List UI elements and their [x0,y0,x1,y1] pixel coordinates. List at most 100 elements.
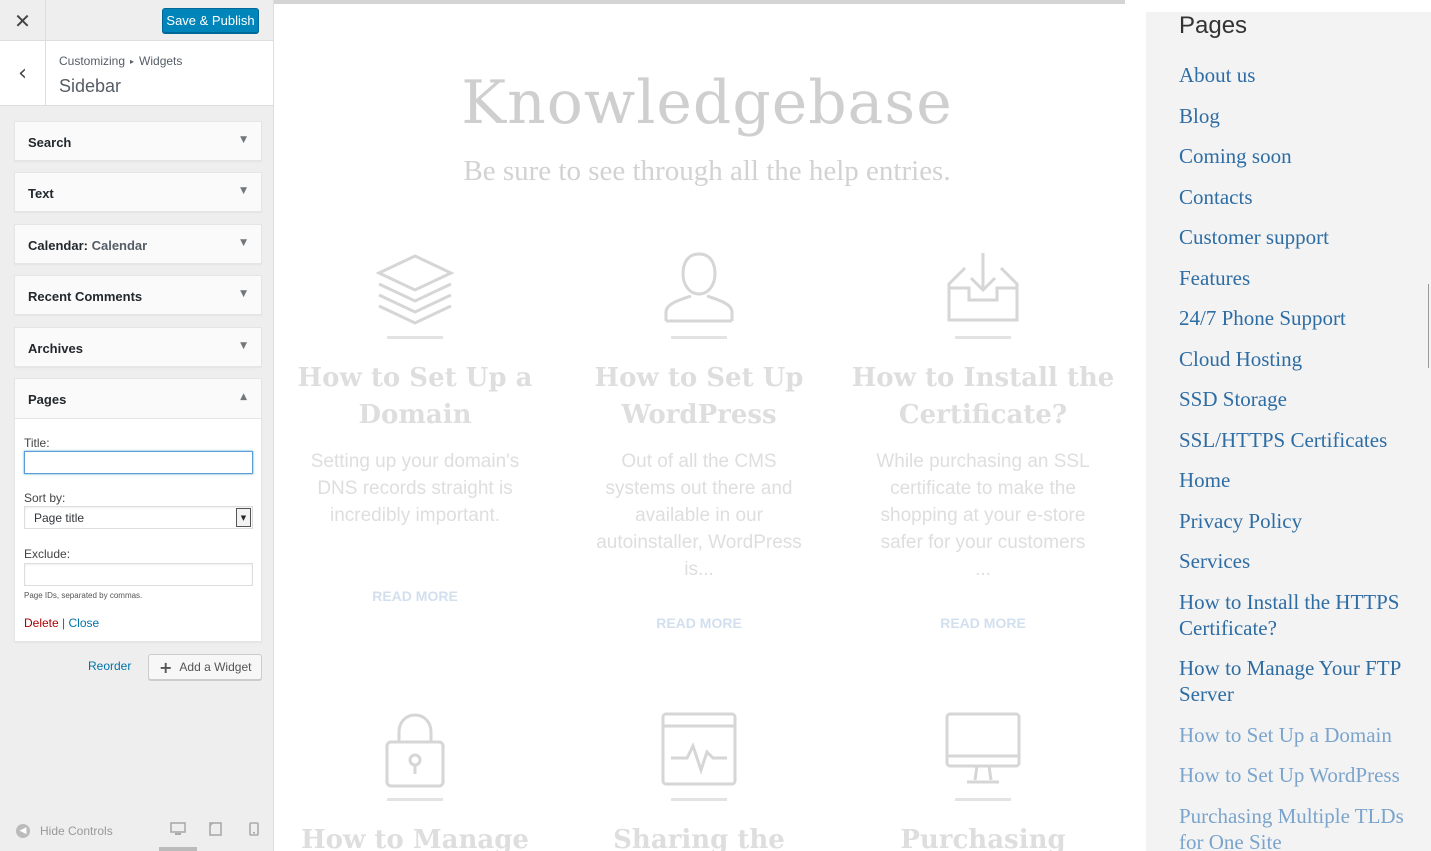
page-link[interactable]: SSD Storage [1179,386,1424,412]
breadcrumb: Customizing ▸ Widgets [59,54,182,68]
plus-icon: + [159,657,173,677]
widget-pages-header[interactable]: Pages ▲ [15,379,261,419]
sort-label: Sort by: [24,491,66,505]
panel-title: Sidebar [59,76,122,96]
sort-select[interactable]: Page title ▼ [24,506,253,529]
widget-calendar[interactable]: Calendar: Calendar ▼ [14,224,262,264]
widget-title: Search [28,135,72,150]
widget-title: Archives [28,341,83,356]
page-link[interactable]: How to Set Up a Domain [1179,722,1424,748]
page-link[interactable]: Features [1179,265,1424,291]
card-divider [671,798,727,801]
page-link[interactable]: About us [1179,62,1424,88]
page-link[interactable]: How to Manage Your FTP Server [1179,655,1424,707]
page-link[interactable]: How to Install the HTTPS Certificate? [1179,589,1424,641]
widget-text[interactable]: Text ▼ [14,172,262,212]
expand-arrow-icon[interactable]: ▼ [240,341,247,351]
hide-controls-button[interactable]: ◀ Hide Controls [16,824,113,838]
monitor-icon [945,712,1021,784]
widget-recent-comments[interactable]: Recent Comments ▼ [14,275,262,315]
exclude-input[interactable] [24,563,253,586]
site-preview: Knowledgebase Be sure to see through all… [274,0,1125,851]
card-title[interactable]: How to Manage [280,822,550,851]
exclude-label: Exclude: [24,547,71,561]
card-divider [955,798,1011,801]
sidebar-title: Pages [1179,12,1248,39]
read-more-link[interactable]: READ MORE [280,588,550,604]
widget-subtitle: Calendar [91,238,148,253]
breadcrumb-leaf: Widgets [139,54,183,68]
widget-pages: Pages ▲ Title: Sort by: Page title ▼ Exc… [14,378,262,642]
page-link[interactable]: Purchasing Multiple TLDs for One Site [1179,803,1424,851]
widget-type: Calendar: [28,238,88,253]
tablet-preview-icon[interactable] [209,822,222,841]
page-title: Knowledgebase [461,68,953,138]
collapse-arrow-icon[interactable]: ▲ [240,392,247,402]
card-divider [387,798,443,801]
page-link[interactable]: Services [1179,548,1424,574]
title-input[interactable] [24,451,253,474]
widget-archives[interactable]: Archives ▼ [14,327,262,367]
page-link[interactable]: Home [1179,467,1424,493]
page-link[interactable]: Privacy Policy [1179,508,1424,534]
read-more-link[interactable]: READ MORE [848,615,1118,631]
layers-icon [375,254,455,325]
card-title[interactable]: How to Set Up a Domain [280,360,550,434]
mobile-preview-icon[interactable] [249,822,259,841]
card-excerpt: Setting up your domain's DNS records str… [310,451,520,526]
read-more-link[interactable]: READ MORE [564,615,834,631]
card-divider [671,336,727,339]
page-link[interactable]: 24/7 Phone Support [1179,305,1424,331]
user-icon [664,252,734,323]
widget-title: Pages [28,392,67,407]
card-excerpt: While purchasing an SSL certificate to m… [876,451,1090,580]
widget-title: Text [28,186,54,201]
page-link[interactable]: Coming soon [1179,143,1424,169]
sort-select-value: Page title [34,511,85,525]
card-title[interactable]: Purchasing [848,822,1118,851]
expand-arrow-icon[interactable]: ▼ [240,135,247,145]
card-divider [955,336,1011,339]
card-excerpt: Out of all the CMS systems out there and… [596,451,802,580]
active-device-indicator [159,847,197,851]
widget-search[interactable]: Search ▼ [14,121,262,161]
breadcrumb-separator: ▸ [130,57,135,66]
page-link[interactable]: SSL/HTTPS Certificates [1179,427,1424,453]
panel-title-bar: ‹ Customizing ▸ Widgets Sidebar [0,41,273,106]
breadcrumb-root: Customizing [59,54,126,68]
page-link[interactable]: Cloud Hosting [1179,346,1424,372]
page-link[interactable]: Blog [1179,103,1424,129]
delete-link[interactable]: Delete [24,616,59,630]
back-button[interactable]: ‹ [0,41,46,105]
title-label: Title: [24,436,50,450]
page-link[interactable]: Customer support [1179,224,1424,250]
desktop-preview-icon[interactable] [170,822,186,841]
dropdown-arrow-icon[interactable]: ▼ [236,508,251,527]
card-title[interactable]: How to Install the Certificate? [848,360,1118,434]
expand-arrow-icon[interactable]: ▼ [240,238,247,248]
close-icon: ✕ [14,8,31,33]
expand-arrow-icon[interactable]: ▼ [240,186,247,196]
page-link[interactable]: How to Set Up WordPress [1179,762,1424,788]
close-customizer-button[interactable]: ✕ [0,0,46,41]
card-divider [387,336,443,339]
card-title[interactable]: Sharing the [564,822,834,851]
widget-title: Calendar: Calendar [28,238,147,253]
save-publish-button[interactable]: Save & Publish [162,8,259,33]
expand-arrow-icon[interactable]: ▼ [240,289,247,299]
page-subtitle: Be sure to see through all the help entr… [463,155,951,187]
add-widget-button[interactable]: + Add a Widget [148,654,262,680]
lock-icon [385,713,445,788]
actions-separator: | [62,616,66,630]
chevron-left-icon: ‹ [18,60,27,86]
pages-list: About us Blog Coming soon Contacts Customer … [1179,62,1424,851]
page-link[interactable]: Contacts [1179,184,1424,210]
exclude-hint: Page IDs, separated by commas. [24,591,143,600]
collapse-circle-icon: ◀ [16,824,30,838]
customizer-panel: ✕ Save & Publish ‹ Customizing ▸ Widgets S… [0,0,274,851]
card-title[interactable]: How to Set Up WordPress [564,360,834,434]
inbox-download-icon [947,253,1019,322]
browser-pulse-icon [661,712,737,786]
close-link[interactable]: Close [69,616,100,630]
reorder-link[interactable]: Reorder [88,659,131,673]
